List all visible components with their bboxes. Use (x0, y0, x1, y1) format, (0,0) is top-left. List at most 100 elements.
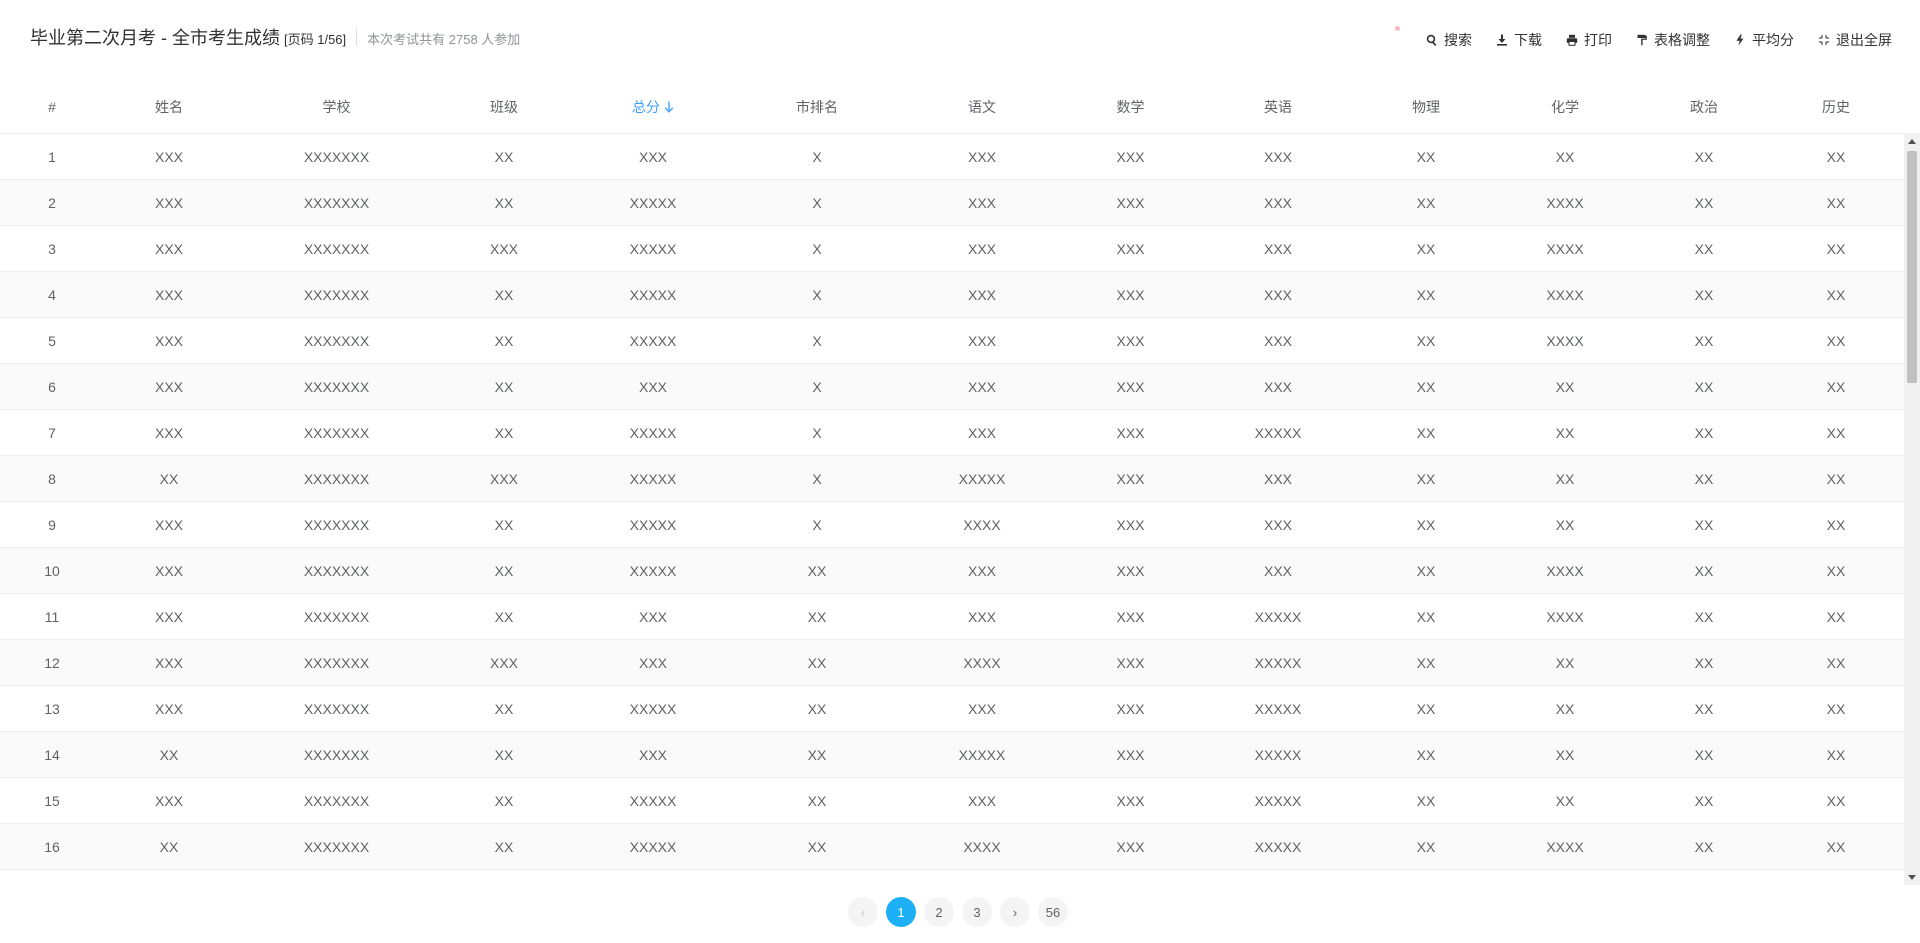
average-button[interactable]: 平均分 (1734, 30, 1794, 50)
column-header-label: 姓名 (155, 98, 183, 115)
column-header[interactable]: 化学 (1490, 80, 1640, 134)
table-cell: XX (1768, 639, 1904, 686)
table-row[interactable]: 14 XX XXXXXXX XX XXX XX XXXXX XXX XXXXX XX XX XX XX (0, 731, 1904, 778)
table-adjust-label: 表格调整 (1654, 32, 1710, 48)
column-header[interactable]: 政治 (1640, 80, 1768, 134)
column-header[interactable]: 英语 (1194, 80, 1362, 134)
table-cell: XX (1362, 731, 1490, 778)
prev-page-button[interactable]: ‹ (848, 897, 878, 927)
table-cell: 10 (0, 547, 104, 594)
page-button-1[interactable]: 1 (886, 897, 916, 927)
table-cell: XXX (104, 225, 234, 272)
download-label: 下载 (1514, 32, 1542, 48)
top-bar: 毕业第二次月考 - 全市考生成绩 [页码 1/56] 本次考试共有 2758 人… (0, 0, 1920, 80)
table-cell: X (737, 409, 897, 456)
table-cell: XX (1768, 179, 1904, 226)
pagination: ‹ 1 2 3 › 56 (848, 897, 1068, 927)
table-cell: XX (1768, 225, 1904, 272)
header-row: # 姓名 学校 班级 总分 市排名 语文 数学 英语 物理 化学 政治 历史 (0, 80, 1904, 134)
table-cell: XX (1768, 823, 1904, 870)
table-row[interactable]: 5 XXX XXXXXXX XX XXXXX X XXX XXX XXX XX XXXX XX XX (0, 317, 1904, 364)
column-header-label: 英语 (1264, 98, 1292, 115)
table-cell: XXXXX (1194, 869, 1362, 885)
search-button[interactable]: 搜索 (1426, 30, 1472, 50)
table-cell: XXX (1067, 547, 1194, 594)
table-row[interactable]: 2 XXX XXXXXXX XX XXXXX X XXX XXX XXX XX XXXX XX XX (0, 179, 1904, 226)
table-row[interactable]: 15 XXX XXXXXXX XX XXXXX XX XXX XXX XXXXX XX XX XX XX (0, 777, 1904, 824)
column-header[interactable]: 班级 (439, 80, 569, 134)
table-row[interactable]: 12 XXX XXXXXXX XXX XXX XX XXXX XXX XXXXX XX XX XX XX (0, 639, 1904, 686)
table-row[interactable]: 17XXXXXXXXXXXXXXXXXXXXXXXXXXXXXXXXXXXXXX… (0, 869, 1904, 885)
table-cell: XX (1362, 639, 1490, 686)
table-cell: XX (1640, 363, 1768, 410)
column-header[interactable]: 市排名 (737, 80, 897, 134)
table-row[interactable]: 1 XXX XXXXXXX XX XXX X XXX XXX XXX XX XX XX XX (0, 133, 1904, 180)
exit-fullscreen-button[interactable]: 退出全屏 (1818, 30, 1892, 50)
scroll-thumb[interactable] (1907, 151, 1917, 383)
column-header[interactable]: 姓名 (104, 80, 234, 134)
table-cell: XXXXXXX (234, 547, 439, 594)
table-row[interactable]: 9 XXX XXXXXXX XX XXXXX X XXXX XXX XXX XX XX XX XX (0, 501, 1904, 548)
column-header[interactable]: 语文 (897, 80, 1067, 134)
column-header[interactable]: 历史 (1768, 80, 1904, 134)
download-button[interactable]: 下载 (1496, 30, 1542, 50)
table-cell: XXX (104, 685, 234, 732)
column-header[interactable]: 学校 (234, 80, 439, 134)
table-row[interactable]: 11 XXX XXXXXXX XX XXX XX XXX XXX XXXXX XX XXXX XX XX (0, 593, 1904, 640)
table-cell: XXX (1194, 317, 1362, 364)
table-cell: XX (1490, 409, 1640, 456)
column-header-label: 物理 (1412, 98, 1440, 115)
table-cell: XXX (1067, 317, 1194, 364)
table-cell: XX (1640, 869, 1768, 885)
column-header-label: # (48, 98, 56, 115)
table-row[interactable]: 3 XXX XXXXXXX XXX XXXXX X XXX XXX XXX XX XXXX XX XX (0, 225, 1904, 272)
table-row[interactable]: 10 XXX XXXXXXX XX XXXXX XX XXX XXX XXX XX XXXX XX XX (0, 547, 1904, 594)
table-row[interactable]: 6 XXX XXXXXXX XX XXX X XXX XXX XXX XX XX XX XX (0, 363, 1904, 410)
page-title: 毕业第二次月考 - 全市考生成绩 (30, 28, 280, 48)
table-row[interactable]: 7 XXX XXXXXXX XX XXXXX X XXX XXX XXXXX XX XX XX XX (0, 409, 1904, 456)
table-cell: 5 (0, 317, 104, 364)
table-cell: XXX (1194, 455, 1362, 502)
table-cell: XXXXX (569, 317, 737, 364)
table-cell: XXXX (897, 501, 1067, 548)
table-cell: XXXXX (1194, 639, 1362, 686)
table-cell: XX (1640, 639, 1768, 686)
table-cell: XXXXX (569, 869, 737, 885)
column-header[interactable]: # (0, 80, 104, 134)
scroll-down-button[interactable] (1904, 869, 1920, 885)
last-page-button[interactable]: 56 (1038, 897, 1068, 927)
scroll-up-button[interactable] (1904, 133, 1920, 149)
table-row[interactable]: 13 XXX XXXXXXX XX XXXXX XX XXX XXX XXXXX XX XX XX XX (0, 685, 1904, 732)
column-header-label: 数学 (1116, 98, 1145, 115)
table-cell: XX (439, 363, 569, 410)
table-cell: XXXX (897, 639, 1067, 686)
table-cell: XX (1640, 409, 1768, 456)
table-cell: XXX (569, 363, 737, 410)
print-button[interactable]: 打印 (1566, 30, 1612, 50)
column-header[interactable]: 总分 (569, 80, 737, 134)
page-button-2[interactable]: 2 (924, 897, 954, 927)
column-header[interactable]: 数学 (1067, 80, 1194, 134)
vertical-scrollbar[interactable] (1904, 133, 1920, 885)
table-cell: XXXXXXX (234, 593, 439, 640)
table-row[interactable]: 8 XX XXXXXXX XXX XXXXX X XXXXX XXX XXX XX XX XX XX (0, 455, 1904, 502)
table-cell: 2 (0, 179, 104, 226)
table-cell: 3 (0, 225, 104, 272)
table-cell: XXX (1067, 685, 1194, 732)
page-button-3[interactable]: 3 (962, 897, 992, 927)
table-row[interactable]: 4 XXX XXXXXXX XX XXXXX X XXX XXX XXX XX XXXX XX XX (0, 271, 1904, 318)
next-page-button[interactable]: › (1000, 897, 1030, 927)
table-row[interactable]: 16 XX XXXXXXX XX XXXXX XX XXXX XXX XXXXX XX XXXX XX… (0, 823, 1904, 870)
table-cell: XXX (897, 685, 1067, 732)
table-cell: XX (439, 731, 569, 778)
table-adjust-button[interactable]: 表格调整 (1636, 30, 1710, 50)
table-cell: XX (1640, 777, 1768, 824)
table-cell: XX (1768, 363, 1904, 410)
table-cell: XXXXX (569, 823, 737, 870)
column-header[interactable]: 物理 (1362, 80, 1490, 134)
table-cell: XXX (897, 409, 1067, 456)
table-cell: XXX (1194, 271, 1362, 318)
table-cell: 7 (0, 409, 104, 456)
table-cell: XX (1362, 869, 1490, 885)
table-cell: XX (1640, 317, 1768, 364)
